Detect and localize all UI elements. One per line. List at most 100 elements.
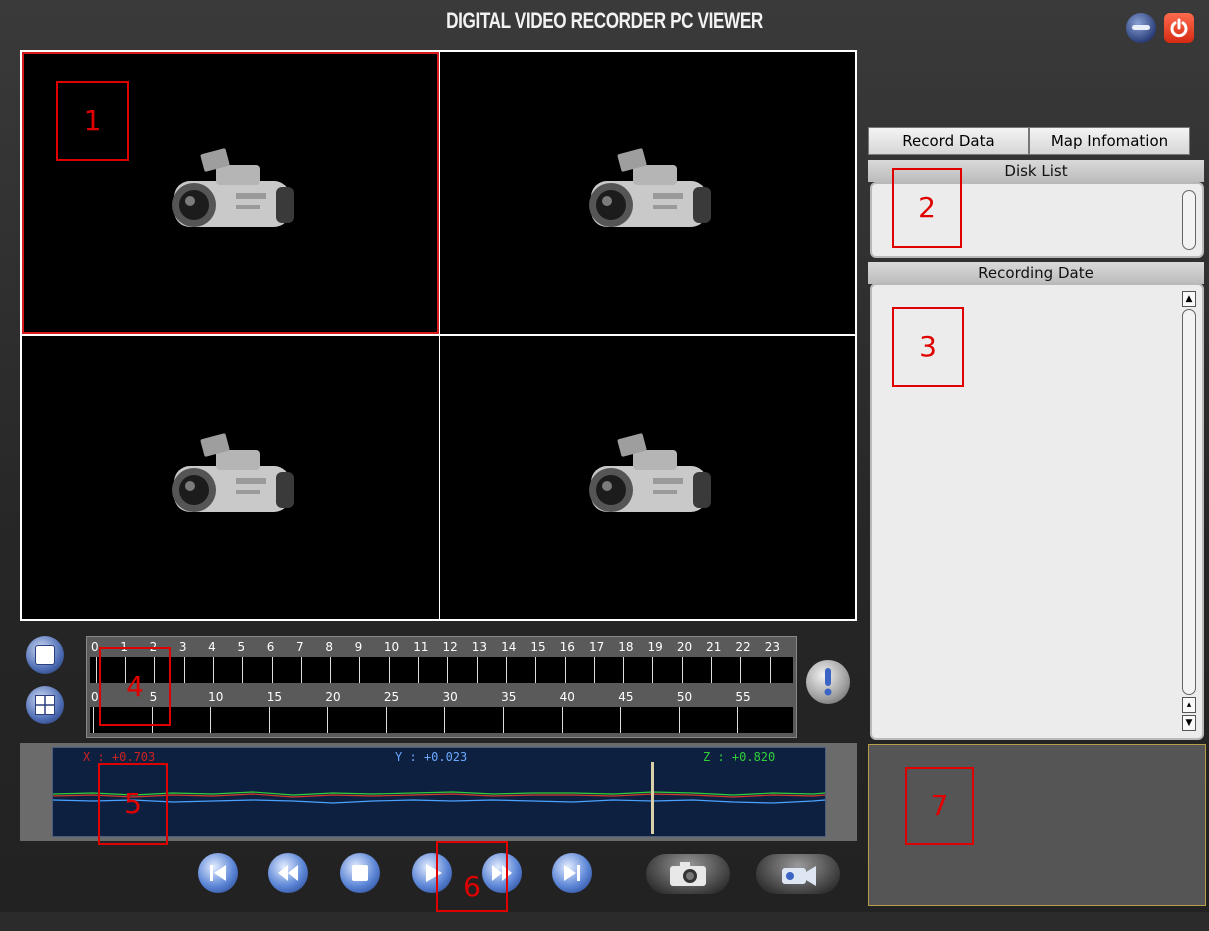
record-clip-button[interactable] (756, 854, 840, 894)
video-channel-3[interactable] (22, 336, 439, 619)
minute-tick (268, 707, 270, 733)
event-alert-button[interactable] (806, 660, 850, 704)
minute-label: 0 (91, 690, 99, 704)
tab-record-data[interactable]: Record Data (868, 127, 1029, 155)
minute-tick (385, 707, 387, 733)
skip-end-icon (564, 865, 580, 881)
hour-label: 4 (208, 640, 216, 654)
hour-label: 18 (618, 640, 634, 654)
hour-tick (769, 657, 771, 683)
hour-tick (213, 657, 215, 683)
hour-labels: 0 1 2 3 4 5 6 7 8 9 10 11 12 13 14 15 16 17 18 19 20 21 22 23 (87, 637, 796, 657)
hour-label: 9 (354, 640, 363, 654)
annotation-marker-6: 6 (436, 841, 508, 912)
minute-track[interactable] (90, 707, 793, 733)
hour-label: 7 (296, 640, 304, 654)
quad-screen-icon (35, 695, 55, 715)
hour-label: 8 (325, 640, 333, 654)
minute-tick (210, 707, 212, 733)
camera-icon (588, 148, 711, 227)
rewind-button[interactable] (268, 853, 308, 893)
x-waveform (53, 793, 825, 798)
minute-tick (678, 707, 680, 733)
hour-label: 21 (706, 640, 722, 654)
minute-tick (620, 707, 622, 733)
hour-label: 0 (91, 640, 99, 654)
minute-label: 25 (383, 690, 400, 704)
hour-tick (740, 657, 742, 683)
hour-label: 15 (530, 640, 546, 654)
hour-tick (564, 657, 566, 683)
scroll-step-button[interactable]: ▴ (1182, 697, 1196, 713)
sensor-waveforms (53, 762, 825, 834)
minute-label: 15 (266, 690, 283, 704)
minute-label: 10 (208, 690, 224, 704)
recording-date-scrollbar[interactable] (1182, 309, 1196, 695)
annotation-marker-1: 1 (56, 81, 129, 161)
minute-label: 30 (442, 690, 458, 704)
hour-tick (418, 657, 420, 683)
y-waveform (53, 799, 825, 804)
minute-label: 40 (559, 690, 575, 704)
playback-cursor (651, 762, 654, 834)
minute-tick (92, 707, 94, 733)
hour-tick (95, 657, 97, 683)
minute-tick (503, 707, 504, 733)
power-icon (1170, 18, 1188, 38)
close-button[interactable] (1164, 13, 1194, 43)
annotation-marker-3: 3 (892, 307, 964, 387)
minute-label: 55 (735, 690, 751, 704)
hour-tick (388, 657, 390, 683)
hour-label: 11 (413, 640, 429, 654)
info-panel: 7 (868, 744, 1206, 906)
snapshot-button[interactable] (646, 854, 730, 894)
hour-label: 10 (383, 640, 400, 654)
timeline[interactable]: 0 1 2 3 4 5 6 7 8 9 10 11 12 13 14 15 16 17 18 19 20 21 22 23 0… (86, 636, 797, 738)
skip-to-end-button[interactable] (552, 853, 592, 893)
recording-date-header: Recording Date (868, 262, 1204, 284)
hour-label: 23 (764, 640, 780, 654)
exclamation-icon (824, 668, 832, 696)
hour-tick (593, 657, 595, 683)
hour-tick (447, 657, 449, 683)
hour-tick (359, 657, 361, 683)
minute-label: 50 (676, 690, 693, 704)
video-channel-1[interactable]: 1 (22, 52, 439, 334)
hour-label: 5 (237, 640, 246, 654)
hour-tick (505, 657, 507, 683)
scroll-up-button[interactable]: ▲ (1182, 291, 1196, 307)
hour-tick (242, 657, 244, 683)
hour-tick (183, 657, 185, 683)
skip-to-start-button[interactable] (198, 853, 238, 893)
minimize-button[interactable] (1126, 13, 1156, 43)
rewind-icon (278, 865, 298, 881)
single-view-button[interactable] (26, 636, 64, 674)
hour-label: 14 (501, 640, 517, 654)
disk-list-scrollbar[interactable] (1182, 190, 1196, 250)
video-channel-2[interactable] (440, 52, 855, 334)
quad-view-button[interactable] (26, 686, 64, 724)
g-sensor-graph: X : +0.703 Y : +0.023 Z : +0.820 (52, 747, 826, 837)
single-screen-icon (35, 645, 55, 665)
camera-icon (171, 148, 294, 227)
tab-bar: Record Data Map Infomation (868, 127, 1190, 155)
tab-map-information[interactable]: Map Infomation (1029, 127, 1190, 155)
hour-tick (681, 657, 683, 683)
minute-labels: 0 5 10 15 20 25 30 35 40 45 50 55 (87, 687, 796, 707)
stop-button[interactable] (340, 853, 380, 893)
minute-label: 35 (501, 690, 517, 704)
recording-date-list[interactable]: ▲ ▴ ▼ 3 (870, 283, 1204, 740)
minute-tick (327, 707, 329, 733)
minute-tick (444, 707, 446, 733)
hour-label: 13 (471, 640, 488, 654)
hour-tick (535, 657, 537, 683)
stop-icon (352, 865, 368, 881)
scroll-down-button[interactable]: ▼ (1182, 715, 1196, 731)
minute-tick (737, 707, 739, 733)
dvr-viewer-window: DIGITAL VIDEO RECORDER PC VIEWER 1 Recor… (0, 0, 1209, 912)
hour-track[interactable] (90, 657, 793, 683)
hour-label: 20 (676, 640, 693, 654)
disk-list[interactable]: 2 (870, 168, 1204, 258)
video-channel-4[interactable] (440, 336, 855, 619)
hour-label: 3 (178, 640, 187, 654)
